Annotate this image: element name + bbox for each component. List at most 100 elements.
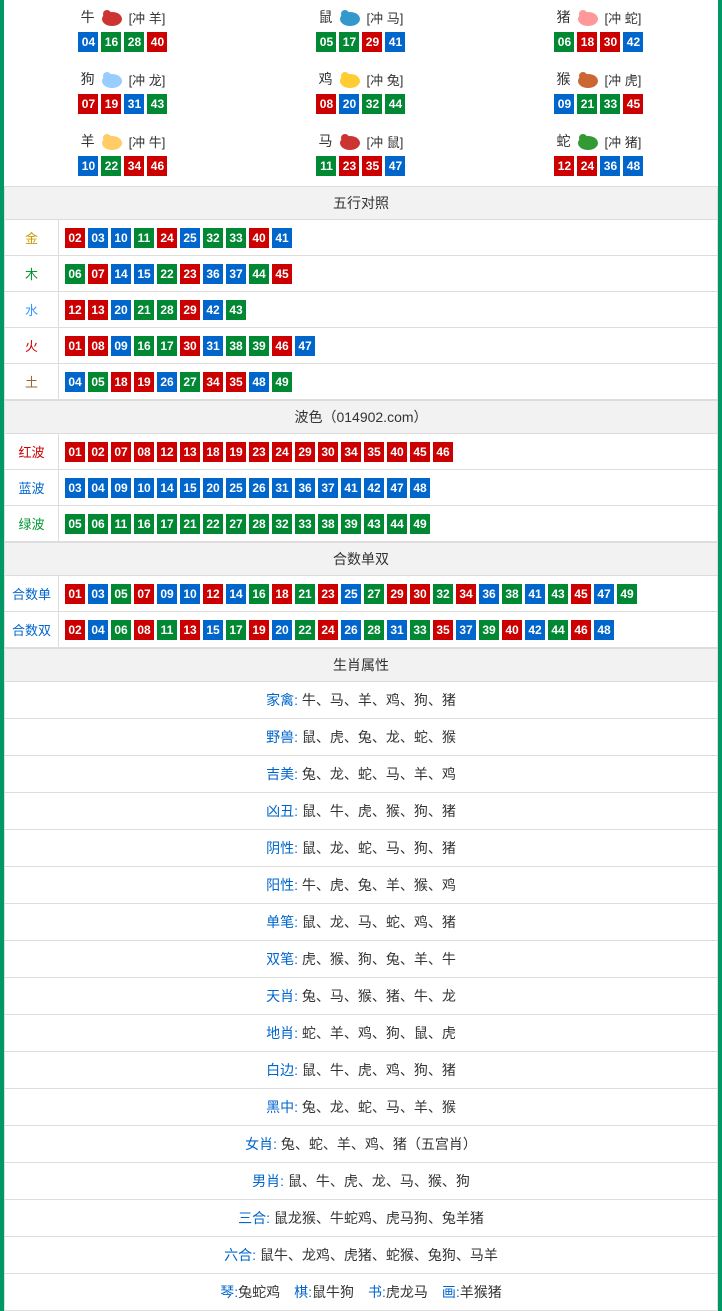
number-ball: 13: [180, 442, 200, 462]
number-ball: 02: [65, 228, 85, 248]
number-ball: 43: [548, 584, 568, 604]
attr-value: 鼠、龙、蛇、马、狗、猪: [298, 840, 456, 856]
zodiac-balls: 04162840: [4, 32, 242, 52]
row-content: 03040910141520252631363741424748: [59, 470, 718, 506]
attr-row: 琴:兔蛇鸡 棋:鼠牛狗 书:虎龙马 画:羊猴猪: [5, 1274, 718, 1311]
number-ball: 13: [88, 300, 108, 320]
wuxing-header: 五行对照: [5, 187, 718, 220]
number-ball: 37: [318, 478, 338, 498]
number-ball: 30: [600, 32, 620, 52]
attr-key: 男肖:: [252, 1173, 284, 1189]
number-ball: 48: [623, 156, 643, 176]
attr-value: 兔、龙、蛇、马、羊、猴: [298, 1099, 456, 1115]
zodiac-balls: 10223446: [4, 156, 242, 176]
number-ball: 04: [78, 32, 98, 52]
number-ball: 12: [554, 156, 574, 176]
attr-value: 牛、虎、兔、羊、猴、鸡: [298, 877, 456, 893]
number-ball: 05: [316, 32, 336, 52]
zodiac-cell: 鼠[冲 马]05172941: [242, 0, 480, 62]
table-row: 蓝波03040910141520252631363741424748: [5, 470, 718, 506]
number-ball: 04: [65, 372, 85, 392]
number-ball: 35: [433, 620, 453, 640]
attr-cell: 吉美: 兔、龙、蛇、马、羊、鸡: [5, 756, 718, 793]
table-row: 土04051819262734354849: [5, 364, 718, 400]
attr-cell: 单笔: 鼠、龙、马、蛇、鸡、猪: [5, 904, 718, 941]
number-ball: 36: [600, 156, 620, 176]
number-ball: 31: [124, 94, 144, 114]
attr-value: 蛇、羊、鸡、狗、鼠、虎: [298, 1025, 456, 1041]
number-ball: 21: [295, 584, 315, 604]
number-ball: 10: [111, 228, 131, 248]
zodiac-clash: [冲 蛇]: [605, 8, 642, 27]
number-ball: 31: [203, 336, 223, 356]
row-label: 金: [5, 220, 59, 256]
zodiac-name: 蛇: [557, 131, 571, 151]
zodiac-clash: [冲 鼠]: [367, 132, 404, 151]
number-ball: 20: [203, 478, 223, 498]
attr-key: 野兽:: [266, 729, 298, 745]
number-ball: 46: [147, 156, 167, 176]
number-ball: 27: [180, 372, 200, 392]
zodiac-cell: 羊[冲 牛]10223446: [4, 124, 242, 186]
zodiac-balls: 05172941: [242, 32, 480, 52]
attr-key: 女肖:: [245, 1136, 277, 1152]
number-ball: 40: [249, 228, 269, 248]
attr-row: 阳性: 牛、虎、兔、羊、猴、鸡: [5, 867, 718, 904]
number-ball: 04: [88, 478, 108, 498]
number-ball: 21: [577, 94, 597, 114]
number-ball: 10: [78, 156, 98, 176]
attr-row: 野兽: 鼠、虎、兔、龙、蛇、猴: [5, 719, 718, 756]
number-ball: 22: [295, 620, 315, 640]
zodiac-icon: [335, 68, 365, 90]
attr-cell: 黑中: 兔、龙、蛇、马、羊、猴: [5, 1089, 718, 1126]
attr-value: 羊猴猪: [460, 1284, 502, 1300]
attr-key: 琴:: [220, 1284, 238, 1300]
number-ball: 34: [341, 442, 361, 462]
balls-row: 05061116172122272832333839434449: [65, 514, 711, 534]
row-label: 绿波: [5, 506, 59, 542]
bose-header: 波色（014902.com）: [5, 401, 718, 434]
number-ball: 11: [316, 156, 336, 176]
number-ball: 47: [295, 336, 315, 356]
number-ball: 07: [78, 94, 98, 114]
zodiac-cell: 牛[冲 羊]04162840: [4, 0, 242, 62]
zodiac-name: 羊: [81, 131, 95, 151]
number-ball: 20: [272, 620, 292, 640]
number-ball: 17: [157, 514, 177, 534]
table-row: 红波0102070812131819232429303435404546: [5, 434, 718, 470]
attr-value: 兔蛇鸡: [238, 1284, 280, 1300]
number-ball: 14: [226, 584, 246, 604]
zodiac-cell: 蛇[冲 猪]12243648: [480, 124, 718, 186]
number-ball: 27: [226, 514, 246, 534]
number-ball: 15: [203, 620, 223, 640]
attr-table: 生肖属性 家禽: 牛、马、羊、鸡、狗、猪野兽: 鼠、虎、兔、龙、蛇、猴吉美: 兔…: [4, 648, 718, 1311]
number-ball: 22: [203, 514, 223, 534]
number-ball: 45: [571, 584, 591, 604]
number-ball: 24: [272, 442, 292, 462]
number-ball: 04: [88, 620, 108, 640]
zodiac-title: 猪 [冲 蛇]: [557, 6, 642, 28]
number-ball: 37: [456, 620, 476, 640]
number-ball: 19: [134, 372, 154, 392]
zodiac-title: 狗[冲 龙]: [81, 68, 166, 90]
number-ball: 40: [387, 442, 407, 462]
number-ball: 15: [180, 478, 200, 498]
zodiac-icon: [97, 130, 127, 152]
attr-key: 单笔:: [266, 914, 298, 930]
attr-cell: 阳性: 牛、虎、兔、羊、猴、鸡: [5, 867, 718, 904]
balls-row: 1213202128294243: [65, 300, 711, 320]
attr-value: 兔、马、猴、猪、牛、龙: [298, 988, 456, 1004]
zodiac-icon: [573, 68, 603, 90]
number-ball: 28: [124, 32, 144, 52]
number-ball: 36: [203, 264, 223, 284]
attr-key: 棋:: [294, 1284, 312, 1300]
number-ball: 39: [341, 514, 361, 534]
zodiac-name: 猪: [557, 7, 571, 27]
number-ball: 23: [180, 264, 200, 284]
number-ball: 18: [272, 584, 292, 604]
attr-row: 天肖: 兔、马、猴、猪、牛、龙: [5, 978, 718, 1015]
row-label: 火: [5, 328, 59, 364]
row-content: 06071415222336374445: [59, 256, 718, 292]
attr-key: 地肖:: [266, 1025, 298, 1041]
number-ball: 18: [577, 32, 597, 52]
